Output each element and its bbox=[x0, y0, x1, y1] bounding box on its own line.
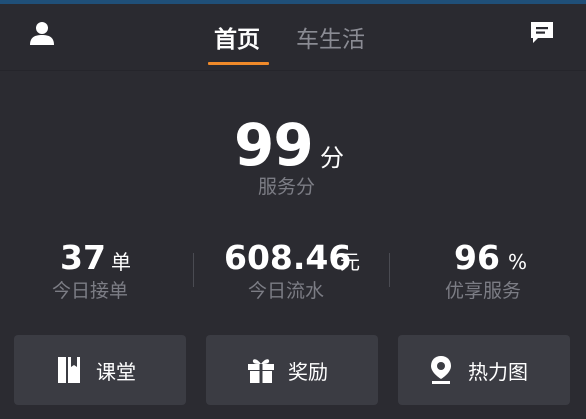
location-pin-icon bbox=[426, 355, 456, 385]
chat-message-icon bbox=[529, 20, 555, 50]
quick-actions: 课堂 奖励 热力图 bbox=[0, 335, 586, 405]
service-score-value: 99 bbox=[234, 111, 314, 179]
header-bar: 首页 车生活 bbox=[0, 4, 586, 70]
service-score-unit: 分 bbox=[320, 144, 344, 172]
stats-row: 37 单 今日接单 608.46 元 今日流水 96 % 优享服务 bbox=[0, 230, 586, 310]
stat-premium-label: 优享服务 bbox=[445, 280, 522, 302]
service-score-label: 服务分 bbox=[258, 176, 316, 198]
service-score: 99 分 服务分 bbox=[0, 110, 586, 205]
stat-revenue-unit: 元 bbox=[340, 250, 360, 274]
stat-premium-service[interactable]: 96 % 优享服务 bbox=[390, 230, 586, 310]
book-icon bbox=[54, 355, 84, 385]
stat-premium-value: 96 bbox=[454, 238, 500, 277]
tab-home[interactable]: 首页 bbox=[214, 24, 260, 56]
active-tab-indicator bbox=[208, 62, 269, 65]
profile-button[interactable] bbox=[28, 21, 56, 49]
rewards-button-label: 奖励 bbox=[288, 359, 328, 384]
stat-revenue[interactable]: 608.46 元 今日流水 bbox=[194, 230, 389, 310]
stat-orders-value: 37 bbox=[60, 238, 106, 277]
class-button[interactable]: 课堂 bbox=[14, 335, 186, 405]
header-divider bbox=[0, 70, 586, 71]
stat-premium-unit: % bbox=[508, 250, 528, 274]
person-icon bbox=[29, 20, 55, 50]
app-root: 首页 车生活 99 分 服务分 37 单 今日接单 608.46 元 今日流水 … bbox=[0, 0, 586, 419]
stat-revenue-value: 608.46 bbox=[224, 238, 352, 277]
stat-orders-unit: 单 bbox=[111, 250, 131, 274]
gift-icon bbox=[246, 355, 276, 385]
heatmap-button[interactable]: 热力图 bbox=[398, 335, 570, 405]
rewards-button[interactable]: 奖励 bbox=[206, 335, 378, 405]
stat-orders[interactable]: 37 单 今日接单 bbox=[0, 230, 193, 310]
heatmap-button-label: 热力图 bbox=[468, 359, 528, 384]
messages-button[interactable] bbox=[528, 21, 556, 49]
stat-orders-label: 今日接单 bbox=[52, 280, 129, 302]
stat-revenue-label: 今日流水 bbox=[248, 280, 325, 302]
tab-car-life[interactable]: 车生活 bbox=[296, 24, 365, 56]
class-button-label: 课堂 bbox=[96, 359, 136, 384]
